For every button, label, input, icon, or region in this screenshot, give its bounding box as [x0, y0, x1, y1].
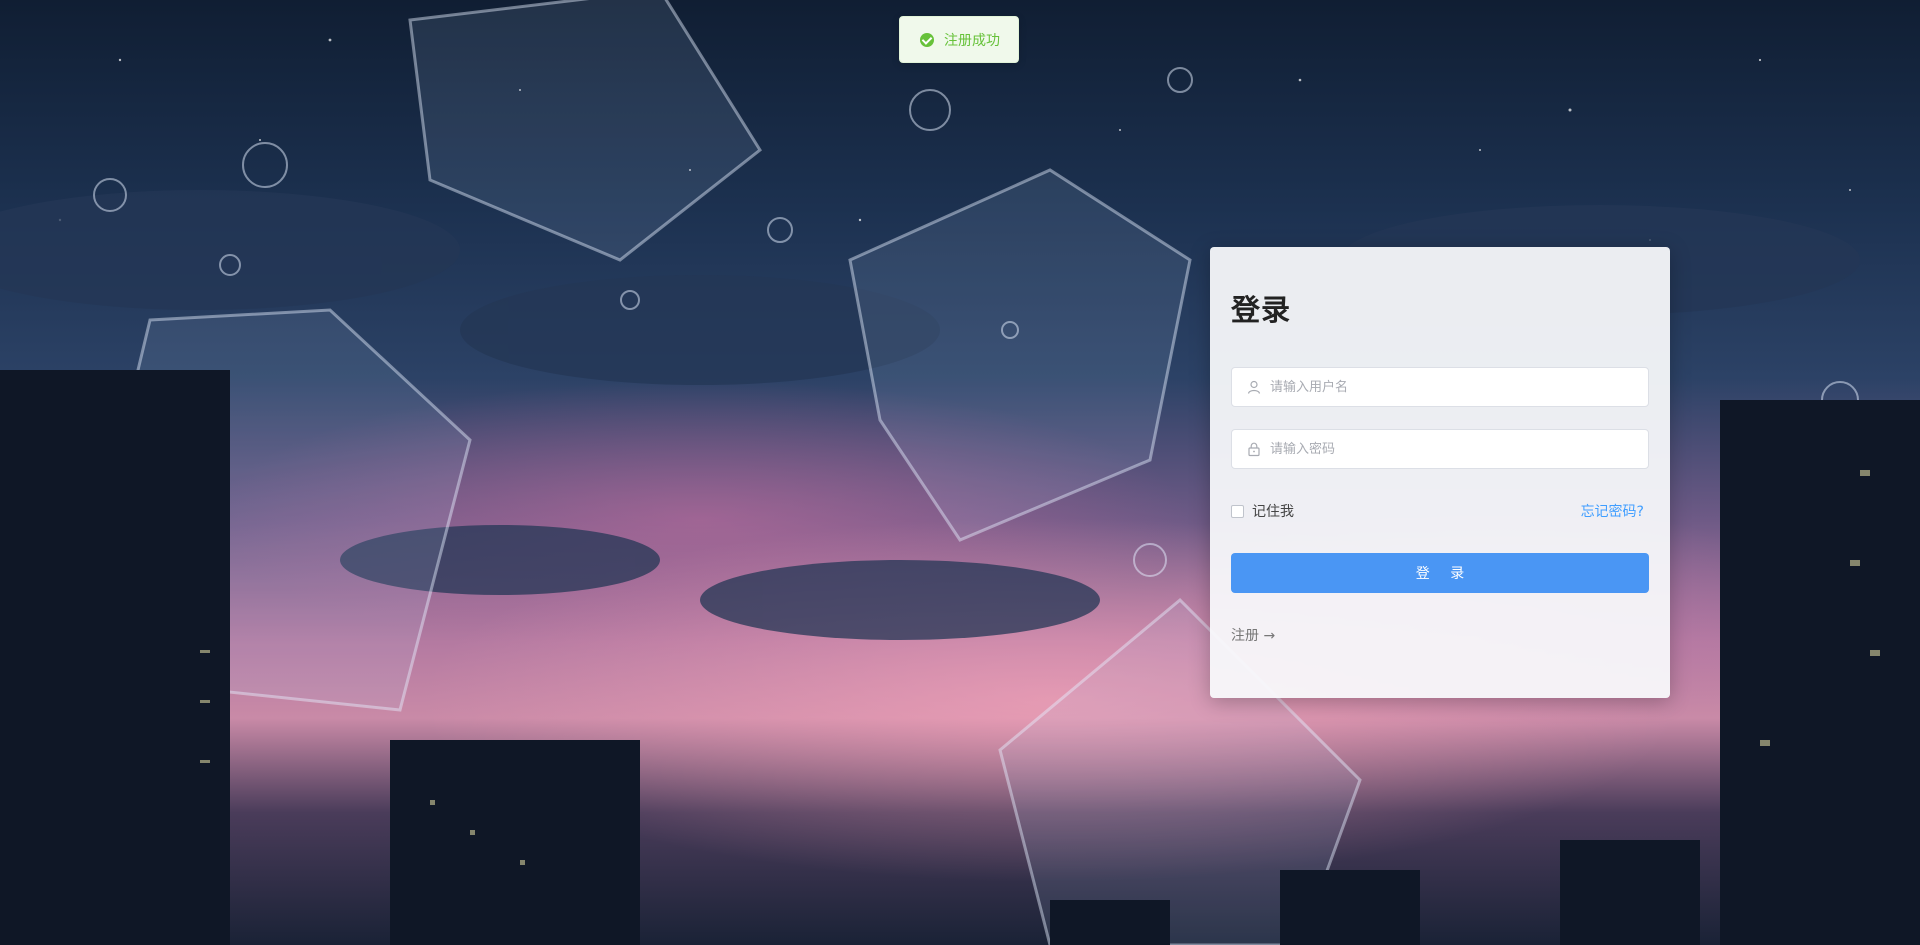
remember-me-label: 记住我 — [1252, 504, 1294, 520]
remember-me-checkbox[interactable]: 记住我 — [1231, 501, 1294, 521]
toast-message: 注册成功 — [944, 32, 1000, 49]
password-field[interactable] — [1231, 429, 1649, 469]
success-toast: 注册成功 — [899, 16, 1019, 63]
user-icon — [1247, 380, 1261, 394]
login-button[interactable]: 登 录 — [1231, 553, 1649, 593]
lock-icon — [1248, 442, 1260, 457]
checkbox-box[interactable] — [1231, 504, 1244, 518]
login-title: 登录 — [1231, 293, 1292, 327]
forgot-password-link[interactable]: 忘记密码? — [1581, 501, 1644, 521]
username-field[interactable] — [1231, 367, 1649, 407]
register-link[interactable]: 注册 → — [1231, 625, 1275, 645]
login-card: 登录 记住我 忘记密码? 登 录 注册 → — [1210, 247, 1670, 698]
success-check-icon — [920, 32, 934, 47]
username-input[interactable] — [1268, 378, 1632, 396]
password-input[interactable] — [1268, 440, 1632, 458]
